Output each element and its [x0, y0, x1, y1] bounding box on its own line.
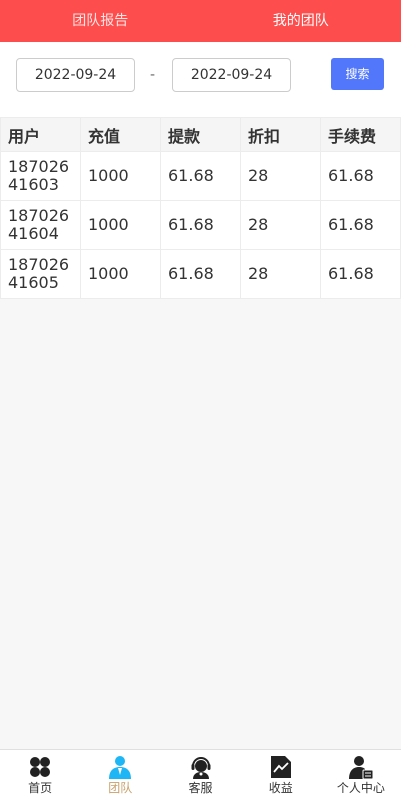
table-row: 18702641605 1000 61.68 28 61.68 [0, 249, 401, 299]
cell-discount: 28 [240, 151, 321, 201]
cell-fee: 61.68 [320, 249, 401, 299]
cell-recharge: 1000 [80, 249, 161, 299]
date-separator: - [150, 67, 156, 83]
cell-user: 18702641604 [0, 200, 81, 250]
start-date-input[interactable]: 2022-09-24 [16, 58, 135, 92]
nav-earnings[interactable]: 收益 [241, 750, 321, 797]
table-row: 18702641604 1000 61.68 28 61.68 [0, 200, 401, 250]
nav-home[interactable]: 首页 [0, 750, 80, 797]
cell-withdraw: 61.68 [160, 151, 241, 201]
nav-earnings-label: 收益 [268, 781, 293, 795]
nav-profile[interactable]: 个人中心 [321, 750, 401, 797]
date-filter-bar: 2022-09-24 - 2022-09-24 搜索 [0, 42, 401, 117]
tab-team-report[interactable]: 团队报告 [0, 0, 201, 42]
column-header-recharge: 充值 [80, 117, 161, 152]
top-tab-bar: 团队报告 我的团队 [0, 0, 401, 42]
table-header-row: 用户 充值 提款 折扣 手续费 [0, 117, 401, 152]
team-table: 用户 充值 提款 折扣 手续费 18702641603 1000 61.68 2… [0, 117, 401, 299]
nav-team[interactable]: 团队 [80, 750, 160, 797]
cell-recharge: 1000 [80, 200, 161, 250]
tab-my-team[interactable]: 我的团队 [201, 0, 401, 42]
cell-recharge: 1000 [80, 151, 161, 201]
end-date-input[interactable]: 2022-09-24 [172, 58, 291, 92]
column-header-user: 用户 [0, 117, 81, 152]
column-header-discount: 折扣 [240, 117, 321, 152]
column-header-fee: 手续费 [320, 117, 401, 152]
search-button[interactable]: 搜索 [331, 58, 384, 90]
user-profile-icon [348, 756, 373, 779]
cell-user: 18702641603 [0, 151, 81, 201]
table-row: 18702641603 1000 61.68 28 61.68 [0, 151, 401, 201]
cell-user: 18702641605 [0, 249, 81, 299]
cell-fee: 61.68 [320, 151, 401, 201]
cell-withdraw: 61.68 [160, 200, 241, 250]
home-clover-icon [30, 757, 51, 777]
earnings-chart-icon [270, 756, 291, 778]
nav-profile-label: 个人中心 [336, 781, 385, 795]
nav-home-label: 首页 [28, 781, 53, 795]
bottom-tab-bar: 首页 团队 客服 收益 个人中心 [0, 749, 401, 797]
column-header-withdraw: 提款 [160, 117, 241, 152]
cell-fee: 61.68 [320, 200, 401, 250]
nav-customer-service-label: 客服 [188, 781, 213, 795]
team-icon [109, 756, 132, 779]
nav-team-label: 团队 [108, 781, 133, 795]
cell-withdraw: 61.68 [160, 249, 241, 299]
cell-discount: 28 [240, 200, 321, 250]
customer-service-icon [191, 757, 210, 779]
cell-discount: 28 [240, 249, 321, 299]
nav-customer-service[interactable]: 客服 [160, 750, 240, 797]
